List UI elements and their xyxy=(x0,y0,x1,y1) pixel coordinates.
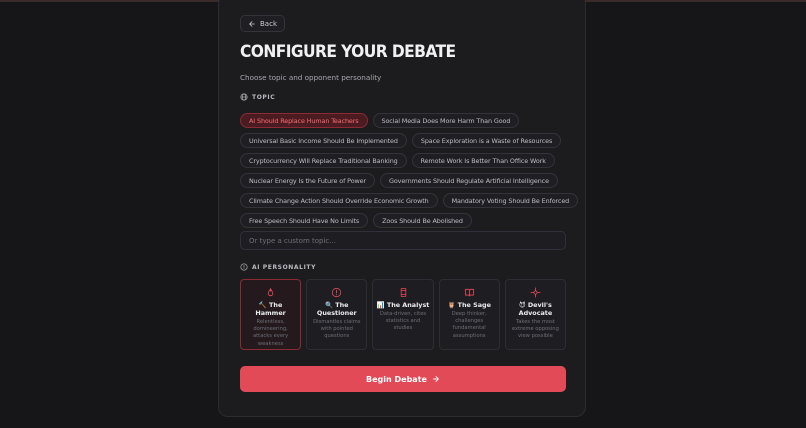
info-circle-icon xyxy=(240,263,248,271)
topic-row: Nuclear Energy Is the Future of Power Go… xyxy=(240,173,570,188)
topic-row: Universal Basic Income Should Be Impleme… xyxy=(240,133,570,148)
card-description: Data-driven, cites statistics and studie… xyxy=(379,311,427,332)
topic-chip-climate[interactable]: Climate Change Action Should Override Ec… xyxy=(240,193,438,208)
flame-icon xyxy=(267,287,274,297)
analyst-icon xyxy=(400,287,406,298)
personality-card-devils-advocate[interactable]: 😈 Devil's Advocate Takes the most extrem… xyxy=(504,279,567,350)
page-title: CONFIGURE YOUR DEBATE xyxy=(240,42,456,62)
page-subtitle: Choose topic and opponent personality xyxy=(240,73,382,82)
personality-label-text: AI PERSONALITY xyxy=(252,263,317,271)
card-description: Relentless, domineering, attacks every w… xyxy=(252,319,289,347)
topic-row: AI Should Replace Human Teachers Social … xyxy=(240,113,570,128)
card-name: 📊 The Analyst xyxy=(376,301,430,309)
globe-icon xyxy=(240,93,248,101)
topic-chip-remote-work[interactable]: Remote Work Is Better Than Office Work xyxy=(411,153,555,168)
alert-circle-icon xyxy=(332,287,342,298)
topic-chip-free-speech[interactable]: Free Speech Should Have No Limits xyxy=(240,213,369,228)
back-button[interactable]: Back xyxy=(240,15,285,32)
personality-card-questioner[interactable]: 🔍 The Questioner Dismantles claims with … xyxy=(306,279,368,350)
arrow-right-icon xyxy=(433,376,439,382)
topic-row: Cryptocurrency Will Replace Traditional … xyxy=(240,153,570,168)
personality-card-sage[interactable]: 🦉 The Sage Deep thinker, challenges fund… xyxy=(438,279,500,350)
configure-panel: Back CONFIGURE YOUR DEBATE Choose topic … xyxy=(218,0,586,417)
card-description: Dismantles claims with pointed questions xyxy=(313,319,361,340)
card-name: 🦉 The Sage xyxy=(447,301,491,309)
begin-debate-label: Begin Debate xyxy=(366,374,427,384)
personality-cards: 🔨 The Hammer Relentless, domineering, at… xyxy=(240,279,567,350)
topic-list: AI Should Replace Human Teachers Social … xyxy=(240,113,579,233)
topic-chip-zoos[interactable]: Zoos Should Be Abolished xyxy=(373,213,472,228)
personality-card-analyst[interactable]: 📊 The Analyst Data-driven, cites statist… xyxy=(372,279,434,350)
topic-chip-voting[interactable]: Mandatory Voting Should Be Enforced xyxy=(442,193,579,208)
topic-row: Climate Change Action Should Override Ec… xyxy=(240,193,579,208)
personality-section-label: AI PERSONALITY xyxy=(240,263,316,271)
topic-chip-ai-teachers[interactable]: AI Should Replace Human Teachers xyxy=(240,113,368,128)
sparkle-icon xyxy=(530,287,541,298)
topic-label-text: TOPIC xyxy=(252,93,276,101)
back-label: Back xyxy=(260,19,277,28)
topic-chip-social-media[interactable]: Social Media Does More Harm Than Good xyxy=(372,113,520,128)
card-name: 🔍 The Questioner xyxy=(316,301,357,317)
topic-chip-ubi[interactable]: Universal Basic Income Should Be Impleme… xyxy=(240,133,407,148)
card-name: 😈 Devil's Advocate xyxy=(518,301,553,317)
custom-topic-input[interactable]: Or type a custom topic... xyxy=(240,231,566,250)
topic-chip-space[interactable]: Space Exploration is a Waste of Resource… xyxy=(411,133,562,148)
topic-chip-crypto[interactable]: Cryptocurrency Will Replace Traditional … xyxy=(240,153,407,168)
begin-debate-button[interactable]: Begin Debate xyxy=(240,366,566,392)
personality-card-hammer[interactable]: 🔨 The Hammer Relentless, domineering, at… xyxy=(240,279,302,350)
topic-chip-regulate-ai[interactable]: Governments Should Regulate Artificial I… xyxy=(380,173,558,188)
topic-chip-nuclear[interactable]: Nuclear Energy Is the Future of Power xyxy=(240,173,375,188)
card-description: Deep thinker, challenges fundamental ass… xyxy=(451,311,487,339)
card-name: 🔨 The Hammer xyxy=(255,301,286,317)
arrow-left-icon xyxy=(249,20,255,27)
card-description: Takes the most extreme opposing view pos… xyxy=(511,319,559,340)
book-icon xyxy=(464,288,474,297)
topic-section-label: TOPIC xyxy=(240,93,275,101)
topic-row: Free Speech Should Have No Limits Zoos S… xyxy=(240,213,570,228)
